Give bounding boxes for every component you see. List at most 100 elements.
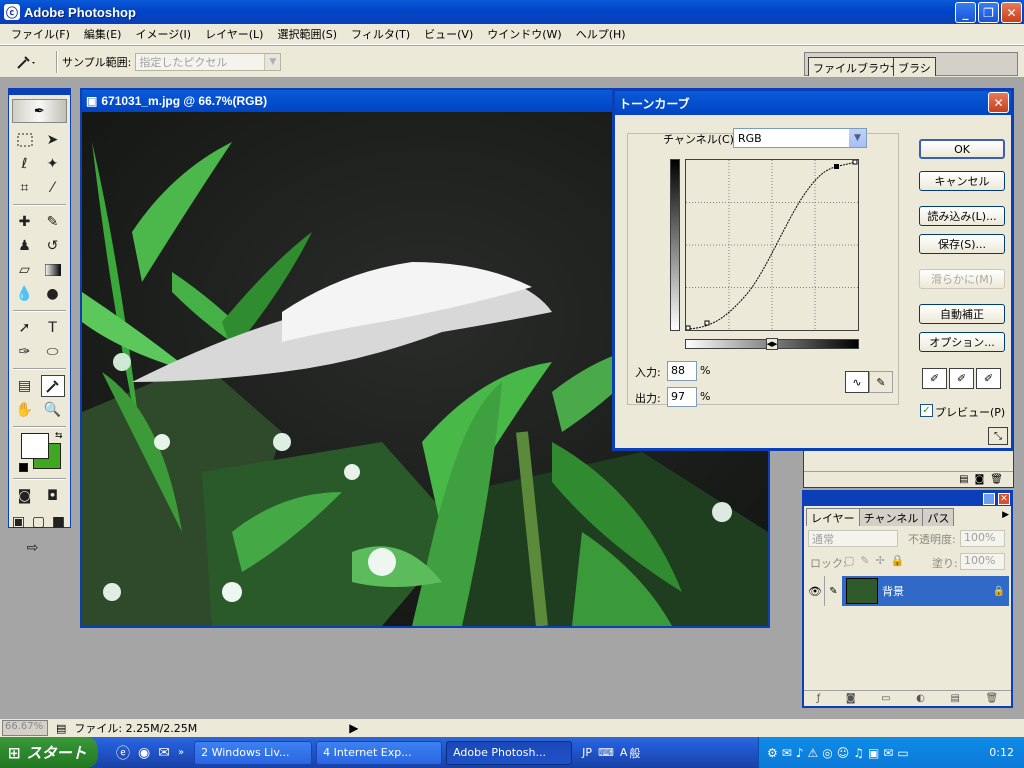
taskbar-item-windows-live[interactable]: 2 Windows Liv... <box>194 740 313 765</box>
menu-edit[interactable]: 編集(E) <box>77 26 129 42</box>
expand-graph-icon[interactable]: ⤡ <box>988 427 1008 445</box>
layer-mask-icon[interactable]: ◙ <box>846 693 856 704</box>
type-tool-icon[interactable]: T <box>41 317 65 339</box>
preview-checkbox[interactable]: ✓ <box>920 404 933 417</box>
restore-button[interactable]: ❐ <box>978 2 999 23</box>
tab-paths[interactable]: パス <box>922 508 955 526</box>
screen-mode-standard-icon[interactable]: ▣ <box>11 511 27 533</box>
menu-layer[interactable]: レイヤー(L) <box>198 26 270 42</box>
curve-point-tool-icon[interactable]: ∿ <box>845 371 869 393</box>
taskbar-item-photoshop[interactable]: Adobe Photosh... <box>446 740 573 765</box>
clone-stamp-tool-icon[interactable]: ♟ <box>13 235 37 257</box>
save-button[interactable]: 保存(S)... <box>919 234 1005 254</box>
minimize-button[interactable]: _ <box>955 2 976 23</box>
notes-tool-icon[interactable]: ▤ <box>13 375 37 397</box>
zoom-tool-icon[interactable]: 🔍 <box>41 399 65 421</box>
output-field[interactable]: 97 <box>667 387 697 407</box>
jump-to-imageready-icon[interactable]: ⇨ <box>13 537 53 559</box>
brush-tool-icon[interactable]: ✎ <box>41 211 65 233</box>
language-indicator[interactable]: JP <box>582 746 592 759</box>
history-trash-icon[interactable]: 🗑 <box>990 474 1003 485</box>
tab-channels[interactable]: チャンネル <box>858 508 924 526</box>
load-button[interactable]: 読み込み(L)... <box>919 206 1005 226</box>
gradient-tool-icon[interactable] <box>41 259 65 281</box>
ok-button[interactable]: OK <box>919 139 1005 159</box>
slice-tool-icon[interactable]: ⁄ <box>41 177 65 199</box>
ime-keyboard-icon[interactable]: ⌨ <box>598 746 614 759</box>
ime-mode-icon[interactable]: A <box>620 746 628 759</box>
panel-menu-icon[interactable]: ▶ <box>1002 510 1009 520</box>
menu-filter[interactable]: フィルタ(T) <box>344 26 417 42</box>
sample-size-select[interactable]: 指定したピクセル ▼ <box>135 52 282 71</box>
layer-set-icon[interactable]: ▭ <box>881 693 890 704</box>
pencil-draw-tool-icon[interactable]: ✎ <box>869 371 893 393</box>
adobe-online-icon[interactable]: ✒ <box>12 99 67 123</box>
dodge-tool-icon[interactable]: ● <box>41 283 65 305</box>
lasso-tool-icon[interactable]: ℓ <box>13 153 37 175</box>
move-tool-icon[interactable]: ➤ <box>41 129 65 151</box>
delete-layer-icon[interactable]: 🗑 <box>985 693 998 704</box>
default-colors-icon[interactable] <box>19 463 28 472</box>
ellipse-tool-icon[interactable]: ⬭ <box>41 341 65 363</box>
panel-close-button[interactable]: ✕ <box>998 493 1010 505</box>
menu-window[interactable]: ウインドウ(W) <box>480 26 568 42</box>
layer-style-icon[interactable]: ƒ <box>817 693 821 704</box>
blend-mode-select[interactable]: 通常 <box>808 530 898 547</box>
foreground-color-swatch[interactable] <box>21 433 49 459</box>
screen-mode-full-icon[interactable]: ■ <box>51 511 67 533</box>
ime-indicator[interactable]: 般 <box>629 745 640 761</box>
tab-layers[interactable]: レイヤー <box>806 508 860 526</box>
menu-select[interactable]: 選択範囲(S) <box>270 26 344 42</box>
quicklaunch-ie-icon[interactable]: ⓔ <box>116 743 130 763</box>
path-selection-tool-icon[interactable]: ➚ <box>13 317 37 339</box>
tab-brushes[interactable]: ブラシ <box>893 57 936 76</box>
history-snapshot-icon[interactable]: ◙ <box>975 474 985 485</box>
menu-view[interactable]: ビュー(V) <box>417 26 480 42</box>
panel-minimize-button[interactable] <box>983 493 995 505</box>
fill-field[interactable]: 100% <box>960 553 1005 570</box>
eraser-tool-icon[interactable]: ▱ <box>13 259 37 281</box>
taskbar-item-internet-explorer[interactable]: 4 Internet Exp... <box>316 740 443 765</box>
close-button[interactable]: ✕ <box>1001 2 1022 23</box>
marquee-tool-icon[interactable] <box>13 129 37 151</box>
lock-icons[interactable]: ▢✎✢🔒 <box>844 554 911 567</box>
gradient-toggle-icon[interactable]: ◀▶ <box>766 338 778 350</box>
auto-button[interactable]: 自動補正 <box>919 304 1005 324</box>
eyedropper-tool-preset-icon[interactable] <box>14 50 52 74</box>
new-layer-icon[interactable]: ▤ <box>950 693 959 704</box>
crop-tool-icon[interactable]: ⌗ <box>13 177 37 199</box>
options-button[interactable]: オプション... <box>919 332 1005 352</box>
tray-icons[interactable]: ⚙✉♪⚠◎☺♫▣✉▭ <box>767 746 913 760</box>
channel-select[interactable]: RGB ▼ <box>733 128 867 148</box>
opacity-field[interactable]: 100% <box>960 530 1005 547</box>
gray-eyedropper-icon[interactable]: ✐ <box>949 368 974 389</box>
input-field[interactable]: 88 <box>667 361 697 381</box>
dialog-close-button[interactable]: ✕ <box>988 92 1009 113</box>
eyedropper-tool-icon[interactable] <box>40 375 65 397</box>
quicklaunch-messenger-icon[interactable]: ✉ <box>158 745 170 761</box>
zoom-field[interactable]: 66.67% <box>2 720 48 736</box>
curve-graph[interactable] <box>685 159 859 331</box>
hand-tool-icon[interactable]: ✋ <box>13 399 37 421</box>
standard-mode-icon[interactable]: ◙ <box>13 485 37 507</box>
menu-help[interactable]: ヘルプ(H) <box>569 26 633 42</box>
smooth-button[interactable]: 滑らかに(M) <box>919 269 1005 289</box>
history-new-document-icon[interactable]: ▤ <box>959 474 968 485</box>
tab-file-browser[interactable]: ファイルブラウザ <box>808 57 906 76</box>
start-button[interactable]: ⊞ スタート <box>0 737 98 768</box>
history-brush-tool-icon[interactable]: ↺ <box>41 235 65 257</box>
pen-tool-icon[interactable]: ✑ <box>13 341 37 363</box>
black-eyedropper-icon[interactable]: ✐ <box>922 368 947 389</box>
white-eyedropper-icon[interactable]: ✐ <box>976 368 1001 389</box>
healing-brush-tool-icon[interactable]: ✚ <box>13 211 37 233</box>
adjustment-layer-icon[interactable]: ◐ <box>916 693 925 704</box>
status-menu-arrow-icon[interactable]: ▶ <box>349 721 358 735</box>
quicklaunch-expand-icon[interactable]: » <box>178 747 184 758</box>
cancel-button[interactable]: キャンセル <box>919 171 1005 191</box>
menu-file[interactable]: ファイル(F) <box>4 26 77 42</box>
menu-image[interactable]: イメージ(I) <box>128 26 198 42</box>
layer-row-background[interactable]: 👁 ✎ 背景 🔒 <box>806 576 1009 606</box>
magic-wand-tool-icon[interactable]: ✦ <box>41 153 65 175</box>
swap-colors-icon[interactable]: ⇆ <box>55 431 63 441</box>
blur-tool-icon[interactable]: 💧 <box>13 283 37 305</box>
